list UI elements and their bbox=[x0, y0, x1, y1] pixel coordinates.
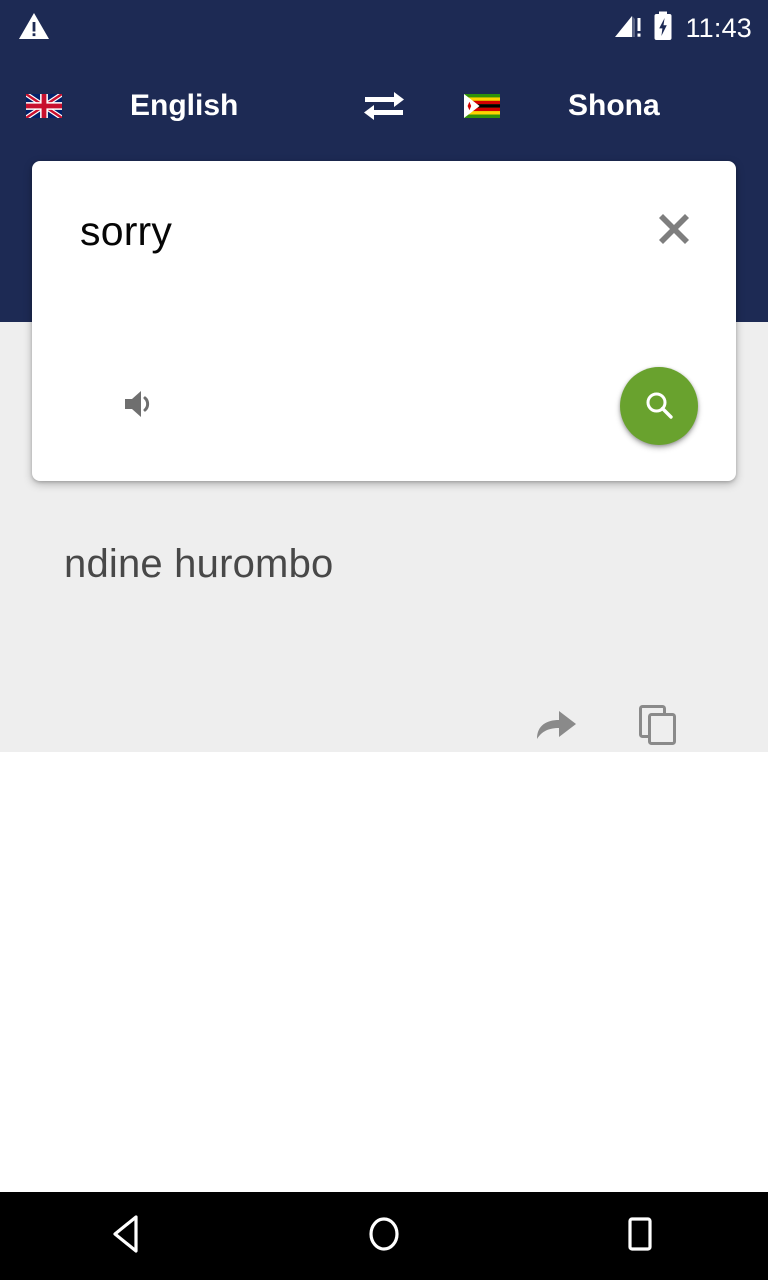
android-navigation-bar bbox=[0, 1192, 768, 1280]
close-x-icon bbox=[655, 210, 693, 253]
target-language-label: Shona bbox=[568, 89, 660, 122]
status-bar: 11:43 bbox=[0, 0, 768, 56]
swap-horizontal-arrows-icon bbox=[361, 87, 407, 126]
warning-triangle-icon bbox=[18, 11, 50, 46]
nav-recents-button[interactable] bbox=[585, 1192, 695, 1280]
cellular-signal-alert-icon bbox=[613, 12, 645, 45]
listen-source-button[interactable] bbox=[114, 381, 164, 431]
source-text-input[interactable]: sorry bbox=[80, 210, 646, 252]
nav-home-button[interactable] bbox=[329, 1192, 439, 1280]
search-icon bbox=[642, 388, 676, 425]
back-triangle-icon bbox=[108, 1213, 148, 1260]
input-row: sorry bbox=[32, 161, 736, 301]
status-bar-right: 11:43 bbox=[613, 11, 752, 46]
flag-united-kingdom-icon bbox=[26, 94, 62, 118]
status-bar-clock: 11:43 bbox=[685, 12, 752, 43]
copy-button[interactable] bbox=[634, 703, 682, 751]
recents-square-icon bbox=[620, 1213, 660, 1260]
translate-button[interactable] bbox=[620, 367, 698, 445]
source-language-label: English bbox=[130, 89, 239, 122]
flag-zimbabwe-icon bbox=[464, 94, 500, 118]
app-screen: 11:43 English Shona ndine hurombo sorry bbox=[0, 0, 768, 1280]
share-button[interactable] bbox=[532, 703, 580, 751]
card-actions-row bbox=[32, 331, 736, 481]
source-language-selector[interactable]: English bbox=[0, 56, 330, 156]
speaker-volume-icon bbox=[122, 388, 156, 425]
nav-back-button[interactable] bbox=[73, 1192, 183, 1280]
translation-result-text: ndine hurombo bbox=[64, 542, 334, 586]
result-actions-row bbox=[0, 692, 768, 762]
target-language-selector[interactable]: Shona bbox=[438, 56, 768, 156]
swap-languages-button[interactable] bbox=[330, 56, 438, 156]
status-bar-left bbox=[18, 11, 50, 46]
home-circle-icon bbox=[364, 1212, 404, 1261]
share-arrow-icon bbox=[533, 705, 579, 750]
battery-charging-icon bbox=[652, 11, 674, 46]
copy-icon bbox=[638, 704, 678, 751]
language-selector-bar: English Shona bbox=[0, 56, 768, 156]
clear-text-button[interactable] bbox=[646, 203, 702, 259]
translation-input-card: sorry bbox=[32, 161, 736, 481]
